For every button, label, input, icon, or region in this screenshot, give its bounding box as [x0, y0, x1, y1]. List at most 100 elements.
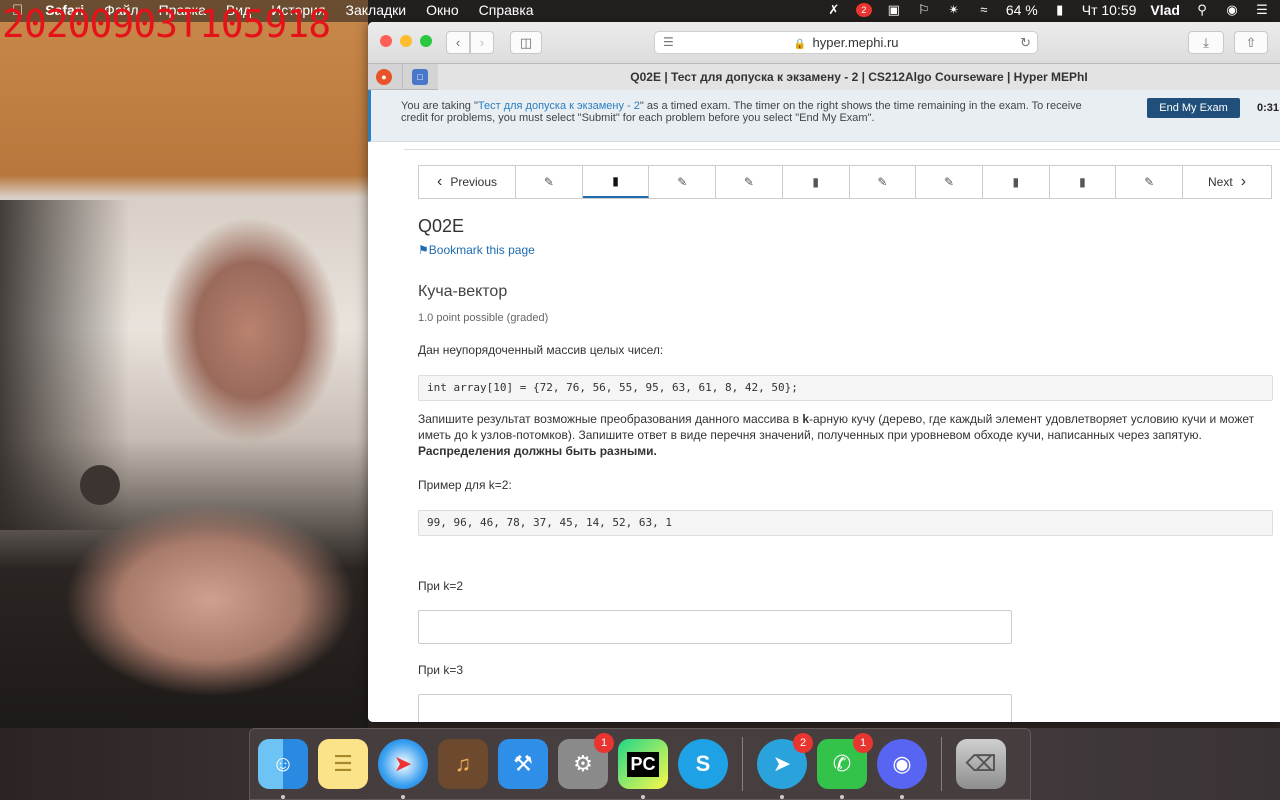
exam-timer: 0:31: [1257, 102, 1280, 114]
spotlight-search-icon[interactable]: ⚲ [1194, 3, 1210, 17]
edit-icon: ✎ [877, 175, 888, 189]
book-icon: ▮ [812, 175, 819, 189]
notification-center-icon[interactable]: ☰ [1254, 3, 1270, 17]
forward-button[interactable]: › [470, 31, 494, 54]
previous-label: Previous [450, 175, 497, 189]
sidebar-toggle-button[interactable]: ◫ [510, 31, 542, 54]
book-icon: ▮ [612, 174, 619, 188]
wifi-icon[interactable]: ≈ [976, 3, 992, 17]
edit-icon: ✎ [1144, 175, 1155, 189]
reload-icon[interactable]: ↻ [1020, 32, 1031, 53]
answer-input-k3[interactable] [418, 694, 1012, 722]
minimize-window-button[interactable] [400, 35, 412, 47]
webcam-lamp [80, 465, 120, 505]
active-tab[interactable]: Q02E | Тест для допуска к экзамену - 2 |… [438, 64, 1280, 90]
course-content: ‹ Previous ✎ ▮ ✎ ✎ ▮ ✎ ✎ ▮ ▮ ✎ Next › Q0… [368, 143, 1280, 722]
display-icon[interactable]: ▣ [886, 3, 902, 17]
dock-trash-icon[interactable]: ⌫ [956, 739, 1006, 789]
dock-notes-icon[interactable]: ☰ [318, 739, 368, 789]
tab-divider [402, 64, 403, 90]
previous-button[interactable]: ‹ Previous [419, 166, 516, 198]
menu-window[interactable]: Окно [426, 2, 459, 19]
next-label: Next [1208, 175, 1233, 189]
lock-icon: 🔒 [793, 39, 806, 50]
problem-intro: Дан неупорядоченный массив целых чисел: [418, 343, 664, 357]
running-indicator [401, 795, 405, 799]
timed-exam-banner: You are taking "Тест для допуска к экзам… [368, 90, 1280, 142]
running-indicator [281, 795, 285, 799]
mic-muted-icon[interactable]: ✗ [826, 3, 842, 17]
dock-finder-icon[interactable]: ☺ [258, 739, 308, 799]
answer-input-k2[interactable] [418, 610, 1012, 644]
sequence-tab-4[interactable]: ✎ [716, 166, 783, 198]
dock-badge: 1 [853, 733, 873, 753]
safari-window: ‹ › ◫ ☰ 🔒 hyper.mephi.ru ↻ ⤓ ⇧ ● □ Q02E … [368, 22, 1280, 722]
dock-skype-icon[interactable]: S [678, 739, 728, 789]
bluetooth-icon[interactable]: ✴ [946, 3, 962, 17]
dock: ☺ ☰ ➤ ♫ ⚒ ⚙ 1 PC S ➤ 2 ✆ 1 ◉ ⌫ [249, 728, 1031, 800]
address-bar[interactable]: ☰ 🔒 hyper.mephi.ru ↻ [654, 31, 1038, 54]
battery-percent[interactable]: 64 % [1006, 2, 1038, 18]
siri-icon[interactable]: ◉ [1224, 3, 1240, 17]
sequence-tab-6[interactable]: ✎ [850, 166, 917, 198]
dock-system-preferences-icon[interactable]: ⚙ 1 [558, 733, 614, 789]
share-button[interactable]: ⇧ [1234, 31, 1268, 54]
sequence-tab-10[interactable]: ✎ [1116, 166, 1182, 198]
dock-xcode-icon[interactable]: ⚒ [498, 739, 548, 789]
running-indicator [780, 795, 784, 799]
label-k2: При k=2 [418, 579, 464, 593]
problem-task: Запишите результат возможные преобразова… [418, 411, 1268, 459]
sequence-tab-7[interactable]: ✎ [916, 166, 983, 198]
unit-title: Q02E [418, 216, 465, 236]
back-button[interactable]: ‹ [446, 31, 470, 54]
download-icon: ⤓ [1203, 35, 1209, 50]
reader-view-icon[interactable]: ☰ [663, 32, 674, 53]
dock-garageband-icon[interactable]: ♫ [438, 739, 488, 789]
downloads-button[interactable]: ⤓ [1188, 31, 1224, 54]
bookmark-link[interactable]: ⚑Bookmark this page [418, 243, 535, 257]
close-window-button[interactable] [380, 35, 392, 47]
label-k3: При k=3 [418, 663, 464, 677]
sequence-tab-9[interactable]: ▮ [1050, 166, 1117, 198]
chevron-left-icon: ‹ [455, 35, 461, 50]
pinned-tab-icon[interactable]: ● [376, 69, 392, 85]
sequence-navigation: ‹ Previous ✎ ▮ ✎ ✎ ▮ ✎ ✎ ▮ ▮ ✎ Next › [418, 165, 1272, 199]
sequence-tab-5[interactable]: ▮ [783, 166, 850, 198]
content-divider [404, 149, 1280, 150]
dock-badge: 1 [594, 733, 614, 753]
task-text-1: Запишите результат возможные преобразова… [418, 412, 803, 426]
edit-icon: ✎ [677, 175, 688, 189]
menu-bookmarks[interactable]: Закладки [346, 2, 407, 19]
share-icon: ⇧ [1245, 35, 1257, 50]
chevron-right-icon: › [479, 35, 485, 50]
running-indicator [840, 795, 844, 799]
recording-timestamp: 20200903T105918 [2, 2, 331, 46]
task-k: k [802, 412, 810, 426]
pinned-tab-chat-icon[interactable]: □ [412, 69, 428, 85]
exam-link[interactable]: Тест для допуска к экзамену - 2 [478, 100, 640, 112]
battery-icon[interactable]: ▮ [1052, 3, 1068, 17]
menu-clock[interactable]: Чт 10:59 [1082, 2, 1137, 18]
sequence-tab-3[interactable]: ✎ [649, 166, 717, 198]
menu-help[interactable]: Справка [479, 2, 534, 19]
array-code-block: int array[10] = {72, 76, 56, 55, 95, 63,… [418, 375, 1273, 401]
dock-pycharm-icon[interactable]: PC [618, 739, 668, 799]
sequence-tab-8[interactable]: ▮ [983, 166, 1050, 198]
dock-safari-icon[interactable]: ➤ [378, 739, 428, 799]
menu-user[interactable]: Vlad [1150, 2, 1180, 18]
keyboard-flag-icon[interactable]: ⚐ [916, 3, 932, 17]
dock-badge: 2 [793, 733, 813, 753]
example-code-block: 99, 96, 46, 78, 37, 45, 14, 52, 63, 1 [418, 510, 1273, 536]
exam-message: You are taking "Тест для допуска к экзам… [401, 100, 1101, 124]
sequence-tab-2[interactable]: ▮ [582, 166, 650, 198]
sequence-tab-1[interactable]: ✎ [516, 166, 583, 198]
book-icon: ▮ [1012, 175, 1020, 189]
next-button[interactable]: Next › [1182, 166, 1271, 198]
notification-badge-icon[interactable]: 2 [855, 3, 872, 17]
end-my-exam-button[interactable]: End My Exam [1147, 98, 1240, 118]
edit-icon: ✎ [944, 175, 955, 189]
dock-facetime-icon[interactable]: ✆ 1 [817, 733, 873, 799]
dock-discord-icon[interactable]: ◉ [877, 739, 927, 799]
fullscreen-window-button[interactable] [420, 35, 432, 47]
dock-telegram-icon[interactable]: ➤ 2 [757, 733, 813, 799]
